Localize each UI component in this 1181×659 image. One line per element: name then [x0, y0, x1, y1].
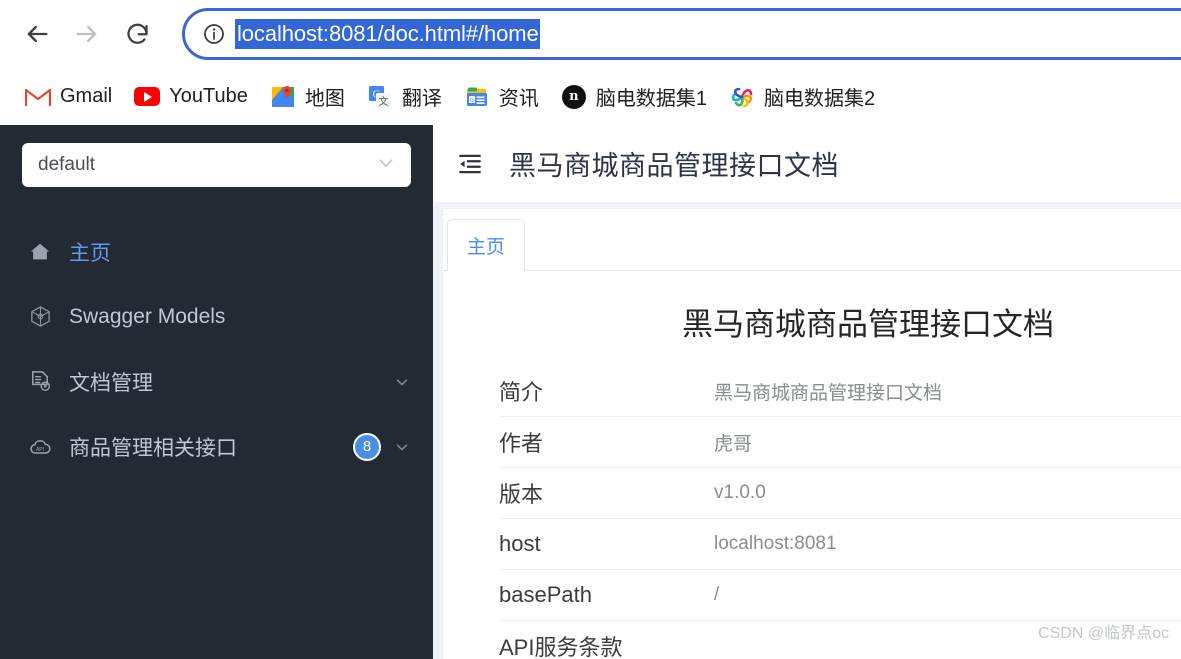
sidebar-item-label: 商品管理相关接口	[69, 436, 237, 460]
table-row: 作者 虎哥	[499, 417, 1181, 468]
main-content: 黑马商城商品管理接口文档 主页 黑马商城商品管理接口文档 简介 黑马商城商品管理…	[433, 125, 1181, 659]
row-key: 作者	[499, 431, 544, 456]
google-news-icon: G	[464, 84, 490, 110]
row-value: v1.0.0	[714, 482, 766, 503]
cloud-api-icon: API	[27, 434, 53, 460]
sidebar-item-swagger-models[interactable]: Swagger Models	[0, 284, 433, 349]
doc-info-table: 简介 黑马商城商品管理接口文档 作者 虎哥 版本 v1.0.0 host loc…	[443, 366, 1181, 659]
row-key: 版本	[499, 482, 544, 507]
site-information-icon[interactable]	[199, 19, 229, 49]
tab-home[interactable]: 主页	[447, 219, 525, 271]
bookmark-label: 翻译	[401, 88, 442, 110]
sidebar-menu: 主页 Swagger Models 文档管理 API 商品管理相关接口 8	[0, 219, 433, 479]
bookmark-translate[interactable]: G 文 翻译	[356, 77, 453, 117]
bookmark-label: 脑电数据集2	[763, 88, 876, 110]
sidebar-item-home[interactable]: 主页	[0, 219, 433, 284]
svg-text:API: API	[36, 447, 44, 453]
main-body: 主页 黑马商城商品管理接口文档 简介 黑马商城商品管理接口文档 作者 虎哥 版本…	[433, 202, 1181, 659]
row-value: 虎哥	[714, 433, 753, 455]
app-container: default 主页 Swagger Models 文档管理 API 商品管理相…	[0, 125, 1181, 659]
google-maps-icon	[270, 84, 296, 110]
sidebar-item-badge: 8	[353, 432, 381, 461]
document-settings-icon	[27, 369, 53, 395]
svg-text:G: G	[470, 97, 474, 103]
table-row: 简介 黑马商城商品管理接口文档	[499, 366, 1181, 417]
sidebar-item-label: 主页	[69, 241, 111, 265]
youtube-icon	[134, 84, 161, 110]
nn-circle-icon: n	[561, 84, 587, 110]
bookmark-label: 资讯	[498, 88, 539, 110]
bookmark-label: YouTube	[169, 85, 248, 107]
browser-nav-row: localhost:8081/doc.html#/home	[0, 0, 1181, 68]
bookmark-eeg-dataset-1[interactable]: n 脑电数据集1	[550, 77, 718, 117]
table-row: 版本 v1.0.0	[499, 468, 1181, 519]
bookmark-label: Gmail	[60, 85, 113, 107]
forward-arrow-icon	[76, 25, 97, 43]
address-bar[interactable]: localhost:8081/doc.html#/home	[182, 8, 1181, 60]
bookmarks-bar: Gmail YouTube 地图 文 翻译 G 资讯 n 脑电数据集1 脑电数据…	[0, 68, 1181, 125]
row-key: API服务条款	[499, 635, 623, 659]
group-selector-value: default	[38, 154, 96, 175]
bookmark-news[interactable]: G 资讯	[453, 77, 550, 117]
row-key: 简介	[499, 380, 544, 405]
menu-fold-icon[interactable]	[455, 149, 485, 179]
svg-text:文: 文	[378, 95, 388, 108]
bookmark-eeg-dataset-2[interactable]: 脑电数据集2	[718, 77, 886, 117]
sidebar-item-product-management-api[interactable]: API 商品管理相关接口 8	[0, 414, 433, 479]
row-key: basePath	[499, 582, 592, 607]
bookmark-label: 脑电数据集1	[595, 88, 707, 110]
google-translate-icon: G 文	[367, 84, 393, 110]
back-button[interactable]	[16, 13, 58, 55]
tab-label: 主页	[466, 236, 505, 258]
tab-strip: 主页	[443, 218, 1181, 271]
reload-icon	[126, 23, 148, 44]
doc-area: 黑马商城商品管理接口文档 简介 黑马商城商品管理接口文档 作者 虎哥 版本 v1…	[443, 271, 1181, 659]
chevron-down-icon	[375, 152, 397, 179]
bookmark-maps[interactable]: 地图	[259, 77, 356, 117]
page-title: 黑马商城商品管理接口文档	[509, 151, 839, 181]
pinwheel-icon	[729, 84, 755, 110]
row-value: 黑马商城商品管理接口文档	[714, 382, 943, 404]
tabs-card: 主页 黑马商城商品管理接口文档 简介 黑马商城商品管理接口文档 作者 虎哥 版本…	[443, 208, 1181, 659]
table-row: API服务条款	[499, 621, 1181, 659]
group-selector[interactable]: default	[22, 143, 411, 187]
cube-icon	[27, 304, 53, 330]
row-value: localhost:8081	[714, 533, 837, 554]
table-row: basePath /	[499, 570, 1181, 621]
doc-title: 黑马商城商品管理接口文档	[682, 307, 1054, 342]
main-header: 黑马商城商品管理接口文档	[433, 125, 1181, 202]
sidebar: default 主页 Swagger Models 文档管理 API 商品管理相…	[0, 125, 433, 659]
sidebar-item-label: 文档管理	[69, 371, 153, 395]
row-value: /	[714, 584, 720, 605]
home-icon	[27, 239, 53, 265]
sidebar-item-label: Swagger Models	[69, 304, 226, 328]
back-arrow-icon	[27, 25, 48, 43]
table-row: host localhost:8081	[499, 519, 1181, 570]
browser-chrome: localhost:8081/doc.html#/home Gmail YouT…	[0, 0, 1181, 125]
bookmark-youtube[interactable]: YouTube	[123, 77, 259, 117]
chevron-down-icon[interactable]	[393, 438, 411, 456]
gmail-icon	[25, 84, 51, 110]
address-bar-input[interactable]: localhost:8081/doc.html#/home	[235, 18, 540, 50]
forward-button[interactable]	[66, 13, 108, 55]
row-key: host	[499, 531, 541, 556]
reload-button[interactable]	[116, 13, 158, 55]
sidebar-item-document-management[interactable]: 文档管理	[0, 349, 433, 414]
bookmark-gmail[interactable]: Gmail	[14, 77, 123, 117]
bookmark-label: 地图	[304, 88, 345, 110]
chevron-down-icon[interactable]	[393, 373, 411, 391]
